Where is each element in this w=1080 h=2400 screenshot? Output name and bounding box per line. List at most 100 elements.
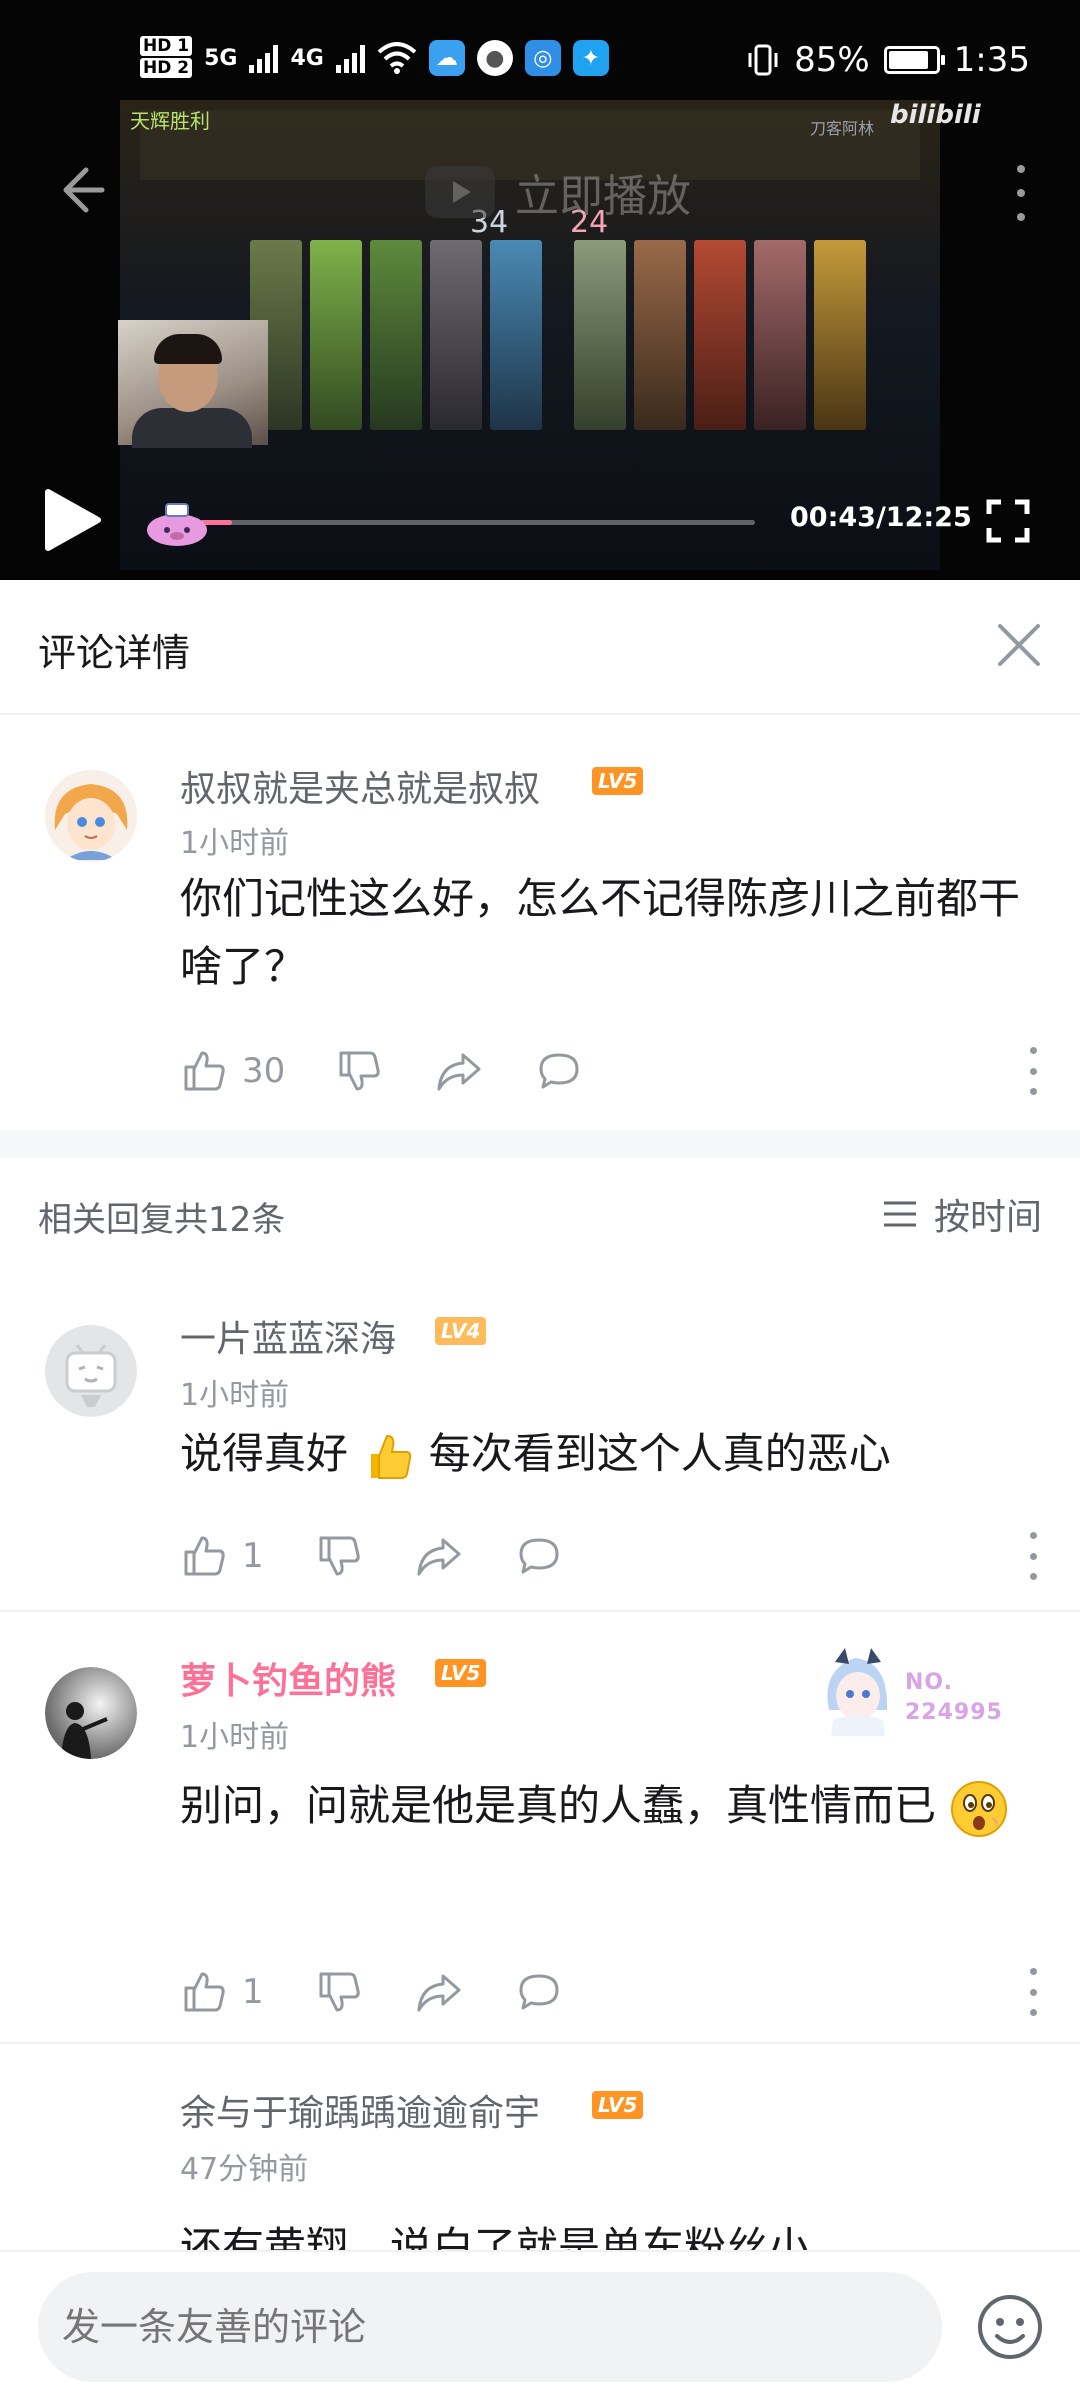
signal-icon	[249, 43, 279, 73]
replies-header: 相关回复共12条 按时间	[0, 1160, 1080, 1270]
thumbs-up-icon	[184, 1051, 225, 1091]
anime-girl-badge-icon	[827, 1648, 888, 1736]
avatar[interactable]	[45, 1667, 137, 1759]
play-icon[interactable]	[40, 488, 104, 552]
comment-actions: 30	[180, 1043, 1040, 1103]
share-button[interactable]	[415, 1528, 463, 1584]
overlay-brand-logo: bilibili	[890, 100, 981, 130]
progress-thumb-icon[interactable]	[142, 498, 212, 548]
share-button[interactable]	[415, 1964, 463, 2020]
avatar[interactable]	[45, 1325, 137, 1417]
share-icon	[417, 1974, 461, 2012]
video-time: 00:43/12:25	[790, 502, 972, 533]
share-button[interactable]	[435, 1043, 483, 1099]
thumbs-up-icon	[184, 1536, 225, 1576]
share-icon	[437, 1053, 481, 1091]
comment-text-content: 别问，问就是他是真的人蠢，真性情而已	[180, 1781, 937, 1830]
video-player[interactable]: HD 1 HD 2 5G 4G ☁ ● ◎ ✦ 85% 1:35 天辉胜利 34…	[0, 0, 1080, 580]
player-controls: 00:43/12:25	[0, 480, 1080, 560]
comment-input[interactable]	[38, 2272, 942, 2382]
network-5g-label: 5G	[204, 45, 238, 71]
close-icon[interactable]	[994, 620, 1044, 670]
reply-item: 一片蓝蓝深海 LV4 1小时前 说得真好 每次看到这个人真的恶心 1	[0, 1270, 1080, 1610]
battery-icon	[883, 46, 945, 74]
hd2-label: HD 2	[140, 58, 193, 78]
fan-medal-badge[interactable]: NO. 224995	[815, 1640, 1015, 1740]
reply-count: 相关回复共12条	[38, 1200, 286, 1240]
fan-badge-no: NO.	[905, 1670, 953, 1695]
thumbs-down-icon	[319, 1972, 360, 2012]
progress-bar[interactable]	[200, 520, 755, 525]
section-divider	[0, 1130, 1080, 1158]
comment-text-part1: 说得真好	[180, 1429, 349, 1478]
level-badge: LV5	[435, 1659, 487, 1687]
battery-percent: 85%	[794, 40, 870, 80]
back-arrow-icon[interactable]	[52, 160, 112, 220]
level-badge: LV4	[435, 1317, 487, 1345]
app-notification-icon: ☁	[428, 40, 465, 76]
tv-play-icon	[425, 166, 495, 218]
thumbs-up-icon	[184, 1972, 225, 2012]
hero-portraits	[250, 240, 866, 430]
comment-text-part2: 每次看到这个人真的恶心	[428, 1429, 891, 1478]
comment-input-bar	[0, 2250, 1080, 2400]
hd-indicator: HD 1 HD 2	[140, 36, 193, 80]
fan-badge-number: 224995	[905, 1700, 1003, 1725]
username[interactable]: 一片蓝蓝深海	[180, 1310, 396, 1362]
sort-label: 按时间	[933, 1197, 1042, 1238]
play-now-button[interactable]: 立即播放	[425, 160, 691, 224]
avatar[interactable]	[45, 770, 137, 862]
like-count: 1	[242, 1536, 264, 1576]
like-button[interactable]: 1	[180, 1528, 264, 1584]
streamer-webcam	[118, 320, 268, 448]
vibrate-icon	[748, 44, 778, 76]
screen: { "status_bar": { "battery": "85%", "tim…	[0, 0, 1080, 2400]
username[interactable]: 叔叔就是夹总就是叔叔	[180, 760, 540, 812]
level-badge: LV5	[592, 767, 644, 795]
sort-button[interactable]: 按时间	[882, 1188, 1042, 1240]
username[interactable]: 萝卜钓鱼的熊	[180, 1652, 396, 1704]
bulb-notification-icon: ✦	[572, 40, 609, 76]
like-button[interactable]: 30	[180, 1043, 285, 1099]
emoji-face-icon[interactable]	[975, 2292, 1045, 2362]
overlay-watermark: 刀客阿林	[810, 119, 875, 138]
comment-bubble-icon	[539, 1053, 579, 1089]
reply-item: 余与于瑜踽踽逾逾俞宇 LV5 47分钟前 还有黄翔，说白了就是单车粉丝小	[0, 2044, 1080, 2250]
dislike-button[interactable]	[315, 1964, 363, 2020]
video-more-icon[interactable]	[1014, 165, 1028, 221]
comment-actions: 1	[180, 1964, 1040, 2024]
share-icon	[417, 1538, 461, 1576]
signal-icon-2	[335, 43, 365, 73]
thumbs-up-emoji-icon	[371, 1434, 412, 1479]
comment-actions: 1	[180, 1528, 1040, 1588]
username[interactable]: 余与于瑜踽踽逾逾俞宇	[180, 2084, 540, 2136]
comment-time: 47分钟前	[180, 2152, 309, 2187]
overlay-victory-text: 天辉胜利	[130, 109, 210, 133]
like-button[interactable]: 1	[180, 1964, 264, 2020]
comment-bubble-icon	[519, 1538, 559, 1574]
comment-detail-header: 评论详情	[0, 580, 1080, 715]
reply-button[interactable]	[535, 1043, 583, 1099]
dislike-button[interactable]	[335, 1043, 383, 1099]
clock: 1:35	[953, 40, 1030, 80]
comment-text: 还有黄翔，说白了就是单车粉丝小	[180, 2223, 811, 2250]
reply-button[interactable]	[515, 1964, 563, 2020]
more-vertical-icon[interactable]	[1026, 1047, 1040, 1095]
more-vertical-icon[interactable]	[1026, 1968, 1040, 2016]
fullscreen-icon[interactable]	[985, 498, 1031, 544]
reply-button[interactable]	[515, 1528, 563, 1584]
comment-text: 你们记性这么好，怎么不记得陈彦川之前都干啥了？	[180, 874, 1021, 991]
chat-notification-icon: ●	[476, 40, 513, 76]
more-vertical-icon[interactable]	[1026, 1532, 1040, 1580]
network-4g-label: 4G	[290, 45, 324, 71]
browser-notification-icon: ◎	[524, 40, 561, 76]
dislike-button[interactable]	[315, 1528, 363, 1584]
shocked-emoji-icon	[951, 1780, 1008, 1837]
like-count: 30	[242, 1051, 286, 1091]
thumbs-down-icon	[319, 1536, 360, 1576]
comment-time: 1小时前	[180, 1378, 290, 1413]
comment-bubble-icon	[519, 1974, 559, 2010]
comment-text: 别问，问就是他是真的人蠢，真性情而已	[180, 1772, 1040, 1840]
play-now-label: 立即播放	[515, 171, 691, 222]
comment-text: 说得真好 每次看到这个人真的恶心	[180, 1420, 1040, 1488]
